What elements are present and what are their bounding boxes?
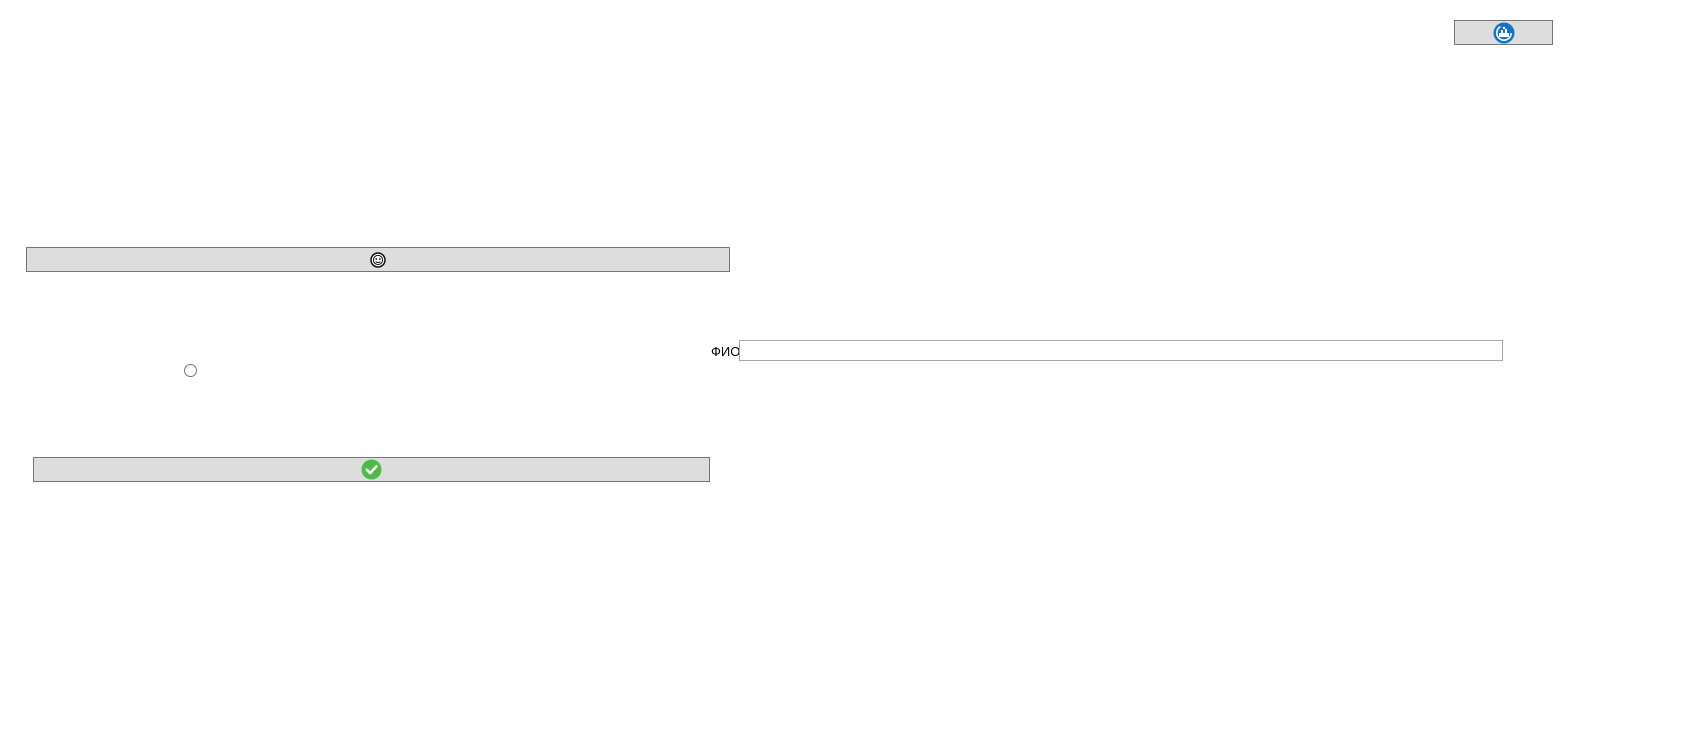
fio-field[interactable] <box>739 340 1503 361</box>
blue-round-logo-icon <box>1493 22 1515 44</box>
round-face-icon <box>370 251 386 268</box>
top-right-button[interactable] <box>1454 20 1553 45</box>
option-radio[interactable] <box>184 364 197 377</box>
confirm-button[interactable] <box>33 457 710 482</box>
wide-icon-button[interactable] <box>26 247 730 272</box>
green-check-circle-icon <box>361 459 382 480</box>
fio-label: ФИО <box>711 344 741 359</box>
